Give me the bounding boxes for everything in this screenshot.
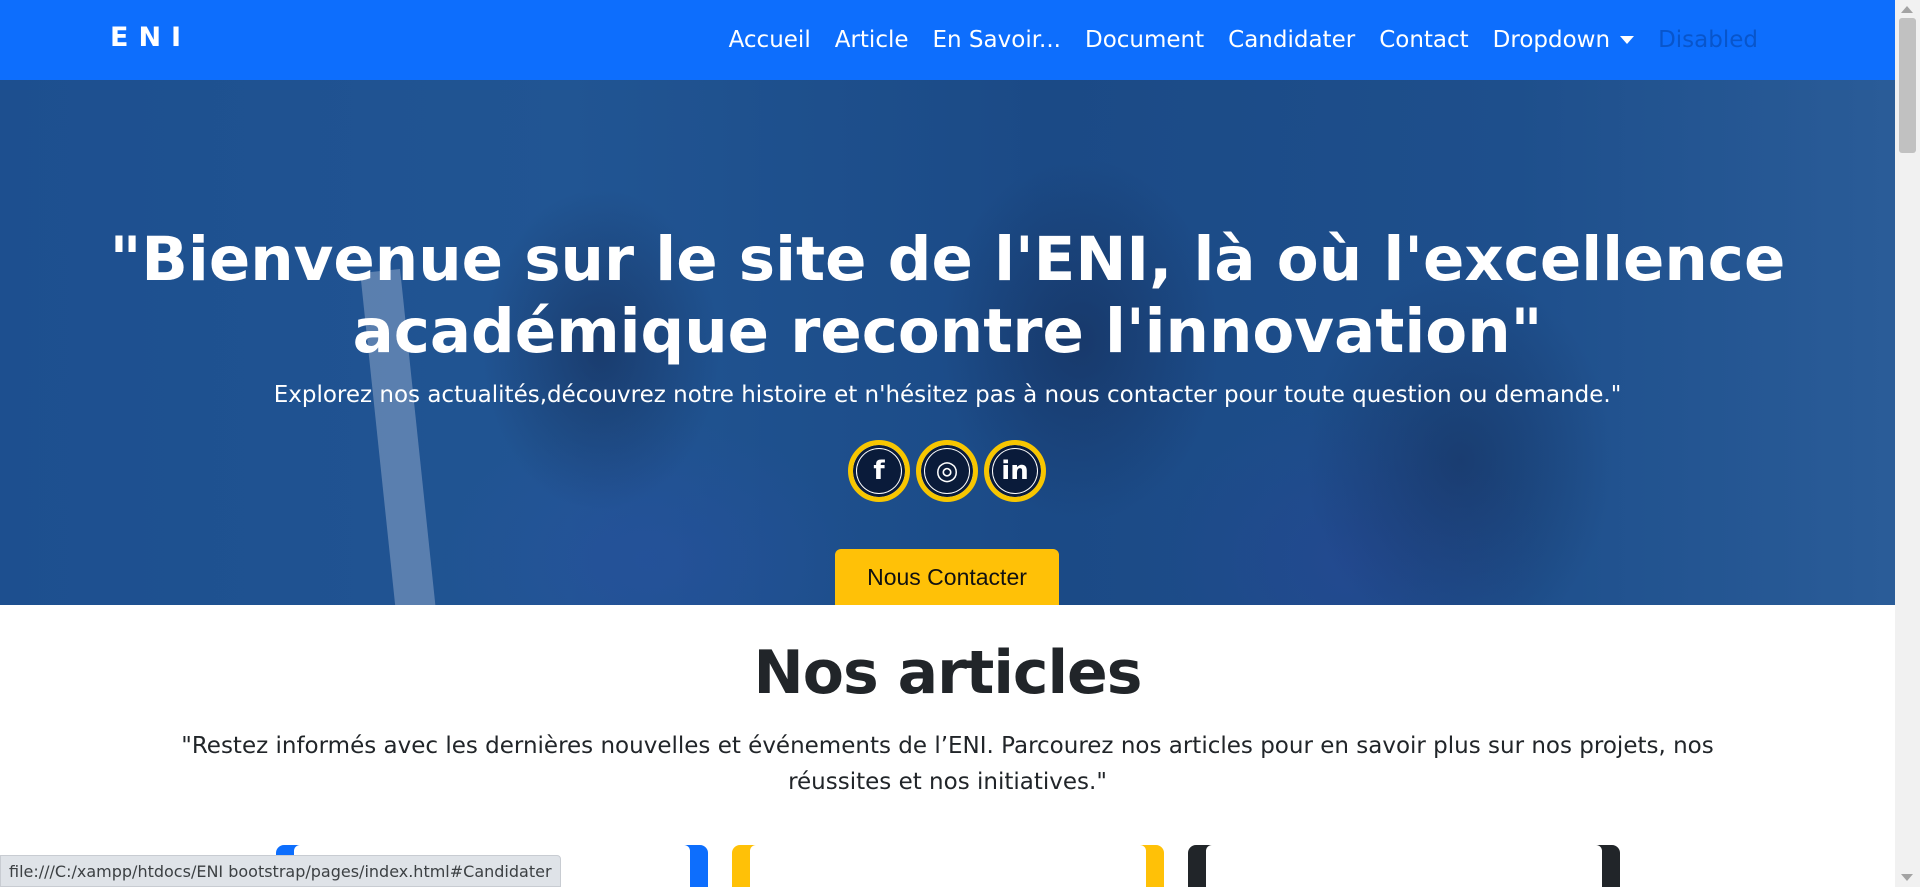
nav-dropdown-toggle[interactable]: Dropdown: [1481, 27, 1646, 53]
article-card[interactable]: [732, 845, 1164, 887]
vertical-scrollbar[interactable]: [1895, 0, 1920, 887]
caret-down-icon: [1620, 36, 1635, 44]
nav-link-accueil[interactable]: Accueil: [717, 27, 823, 53]
articles-title: Nos articles: [753, 638, 1143, 708]
hero-title: "Bienvenue sur le site de l'ENI, là où l…: [0, 224, 1895, 368]
scroll-down-arrow-icon[interactable]: [1901, 874, 1913, 881]
brand-logo[interactable]: ENI: [110, 22, 191, 53]
status-bar-url: file:///C:/xampp/htdocs/ENI bootstrap/pa…: [0, 855, 561, 887]
dropdown-label: Dropdown: [1492, 27, 1611, 53]
social-links: f ◎ in: [848, 440, 1046, 502]
article-card[interactable]: [1188, 845, 1620, 887]
hero-title-line1: "Bienvenue sur le site de l'ENI, là où l…: [109, 224, 1786, 295]
contact-button[interactable]: Nous Contacter: [835, 549, 1059, 605]
nav-link-article[interactable]: Article: [823, 27, 921, 53]
instagram-icon: ◎: [925, 449, 969, 493]
navbar: ENI Accueil Article En Savoir... Documen…: [0, 0, 1895, 80]
linkedin-icon: in: [993, 449, 1037, 493]
hero-subtitle: Explorez nos actualités,découvrez notre …: [273, 382, 1622, 408]
nav-link-disabled: Disabled: [1658, 27, 1758, 53]
nav-link-en-savoir[interactable]: En Savoir...: [921, 27, 1073, 53]
articles-description: "Restez informés avec les dernières nouv…: [181, 733, 1714, 795]
nav-links: Accueil Article En Savoir... Document Ca…: [717, 0, 1770, 80]
facebook-icon: f: [857, 449, 901, 493]
scroll-up-arrow-icon[interactable]: [1901, 6, 1913, 13]
linkedin-link[interactable]: in: [984, 440, 1046, 502]
article-card-body: [1206, 845, 1602, 887]
instagram-link[interactable]: ◎: [916, 440, 978, 502]
scrollbar-thumb[interactable]: [1899, 18, 1916, 153]
facebook-link[interactable]: f: [848, 440, 910, 502]
nav-link-document[interactable]: Document: [1073, 27, 1216, 53]
hero-title-line2: académique recontre l'innovation": [352, 296, 1543, 367]
article-card-body: [750, 845, 1146, 887]
hero-section: "Bienvenue sur le site de l'ENI, là où l…: [0, 80, 1895, 605]
nav-link-contact[interactable]: Contact: [1367, 27, 1480, 53]
nav-link-candidater[interactable]: Candidater: [1216, 27, 1367, 53]
